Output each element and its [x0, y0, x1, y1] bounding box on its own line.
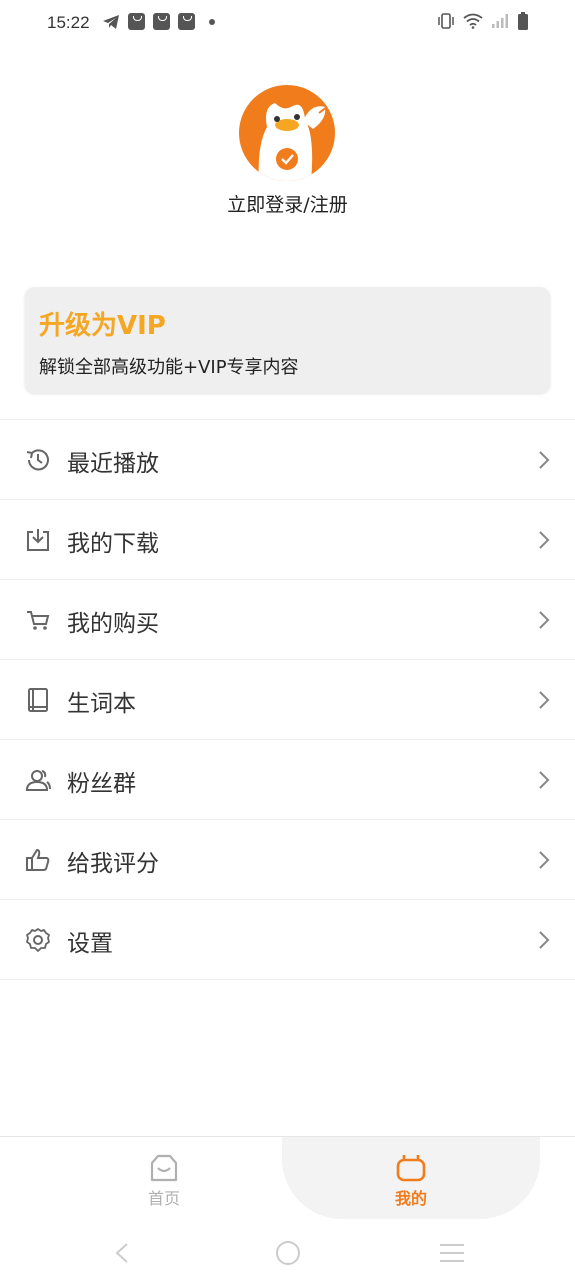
more-notifications-dot-icon	[209, 18, 215, 25]
tab-mine[interactable]: 我的	[341, 1137, 481, 1219]
system-icons	[437, 12, 529, 30]
vibrate-icon	[438, 13, 454, 29]
divider	[0, 979, 575, 980]
menu-item-fan-group[interactable]: 粉丝群	[0, 740, 575, 820]
shop-bag-icon	[128, 13, 145, 30]
status-bar: 15:22	[0, 0, 575, 48]
gear-icon	[26, 928, 50, 952]
menu-item-downloads[interactable]: 我的下载	[0, 500, 575, 580]
telegram-icon	[103, 14, 119, 29]
menu-item-vocabulary[interactable]: 生词本	[0, 660, 575, 740]
download-icon	[27, 529, 49, 551]
menu-item-label: 我的下载	[67, 531, 159, 557]
menu-item-label: 设置	[67, 931, 113, 957]
vip-subtitle: 解锁全部高级功能+VIP专享内容	[39, 357, 299, 378]
bottom-tab-bar: 首页 我的	[0, 1136, 575, 1227]
tab-home[interactable]: 首页	[94, 1137, 234, 1219]
chevron-right-icon	[539, 851, 550, 869]
home-nav-icon[interactable]	[275, 1240, 301, 1266]
avatar[interactable]	[239, 85, 335, 181]
tab-mine-label: 我的	[394, 1189, 427, 1208]
home-icon	[150, 1154, 178, 1182]
menu-item-label: 给我评分	[67, 851, 159, 877]
menu-item-purchases[interactable]: 我的购买	[0, 580, 575, 660]
chevron-right-icon	[539, 931, 550, 949]
menu-item-label: 最近播放	[67, 451, 159, 477]
shop-bag-icon	[178, 13, 195, 30]
chevron-right-icon	[539, 691, 550, 709]
chevron-right-icon	[539, 451, 550, 469]
login-register-link[interactable]: 立即登录/注册	[0, 190, 575, 217]
recents-nav-icon[interactable]	[438, 1242, 466, 1264]
battery-icon	[518, 12, 528, 30]
vip-title: 升级为VIP	[39, 311, 166, 341]
cell-signal-icon	[492, 14, 508, 28]
thumbs-up-icon	[26, 848, 50, 871]
chevron-right-icon	[539, 611, 550, 629]
cart-icon	[27, 611, 50, 630]
menu-item-settings[interactable]: 设置	[0, 900, 575, 980]
history-icon	[26, 449, 49, 471]
back-nav-icon[interactable]	[114, 1242, 130, 1264]
mascot-avatar-icon	[239, 85, 335, 181]
menu-item-label: 我的购买	[67, 611, 159, 637]
group-icon	[25, 770, 51, 791]
tab-home-label: 首页	[147, 1189, 180, 1208]
menu-item-rate-us[interactable]: 给我评分	[0, 820, 575, 900]
wifi-icon	[463, 13, 483, 29]
chevron-right-icon	[539, 771, 550, 789]
status-time: 15:22	[47, 13, 90, 32]
mine-icon	[396, 1155, 426, 1182]
menu-item-recent-play[interactable]: 最近播放	[0, 420, 575, 500]
vip-upgrade-card[interactable]: 升级为VIP 解锁全部高级功能+VIP专享内容	[25, 287, 550, 393]
book-icon	[28, 688, 48, 712]
system-nav-bar	[0, 1226, 575, 1280]
chevron-right-icon	[539, 531, 550, 549]
menu-item-label: 生词本	[67, 691, 136, 717]
menu-item-label: 粉丝群	[67, 771, 136, 797]
shop-bag-icon	[153, 13, 170, 30]
notification-icons	[102, 13, 215, 30]
